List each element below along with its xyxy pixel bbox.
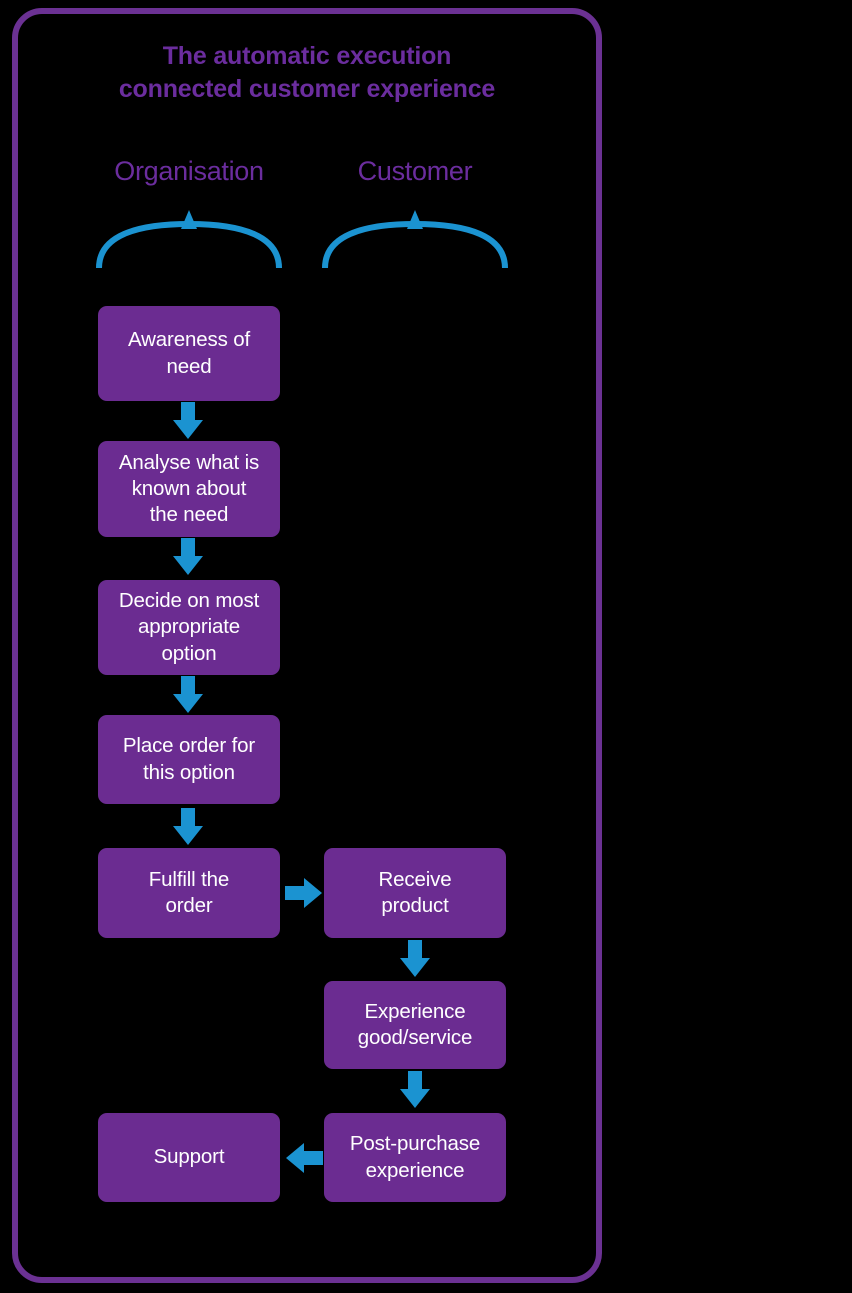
node-analyse-what-is-known[interactable]: Analyse what is known about the need <box>98 441 280 537</box>
brace-arc-customer-icon <box>322 210 508 269</box>
node-label: Receive product <box>378 867 452 917</box>
diagram-canvas: The automatic execution connected custom… <box>0 0 852 1293</box>
node-receive-product[interactable]: Receive product <box>324 848 506 938</box>
brace-arc-organisation-icon <box>96 210 282 269</box>
diagram-title: The automatic execution connected custom… <box>40 40 574 106</box>
arrow-down-analyse-to-decide-icon <box>173 538 203 575</box>
node-label: Support <box>153 1145 225 1169</box>
column-header-customer: Customer <box>357 156 473 186</box>
node-experience-good-service[interactable]: Experience good/service <box>324 981 506 1069</box>
node-place-order-for-this-option[interactable]: Place order for this option <box>98 715 280 804</box>
node-awareness-of-need[interactable]: Awareness of need <box>98 306 280 401</box>
node-fulfill-the-order[interactable]: Fulfill the order <box>98 848 280 938</box>
arrow-left-post-purchase-to-support-icon <box>286 1143 323 1173</box>
node-support[interactable]: Support <box>98 1113 280 1202</box>
node-label: Decide on most appropriate option <box>118 589 260 665</box>
arrow-right-fulfill-to-receive-icon <box>285 878 322 908</box>
diagram-title-line-1: The automatic execution <box>162 42 452 70</box>
diagram-title-line-2: connected customer experience <box>118 75 496 103</box>
node-label: Place order for this option <box>122 734 256 784</box>
arrow-down-experience-to-post-purchase-icon <box>400 1071 430 1108</box>
column-header-organisation: Organisation <box>114 156 264 186</box>
arrow-down-decide-to-place-order-icon <box>173 676 203 713</box>
arrow-down-receive-to-experience-icon <box>400 940 430 977</box>
node-label: Post-purchase experience <box>349 1132 481 1182</box>
node-label: Experience good/service <box>357 999 473 1049</box>
arrow-down-awareness-to-analyse-icon <box>173 402 203 439</box>
node-label: Awareness of need <box>127 328 251 378</box>
node-label: Analyse what is known about the need <box>118 450 260 527</box>
node-label: Fulfill the order <box>148 867 230 917</box>
node-decide-on-most-appropriate-option[interactable]: Decide on most appropriate option <box>98 580 280 675</box>
arrow-down-place-order-to-fulfill-icon <box>173 808 203 845</box>
node-post-purchase-experience[interactable]: Post-purchase experience <box>324 1113 506 1202</box>
